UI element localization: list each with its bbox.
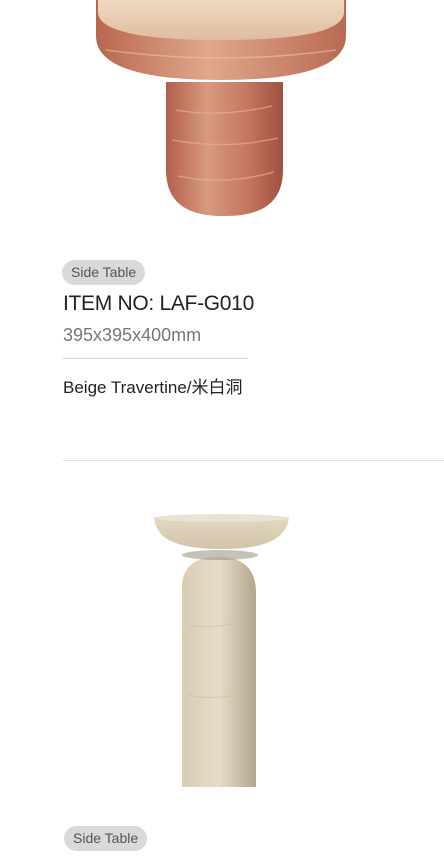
beige-travertine-pedestal-table-image[interactable] [0, 505, 444, 795]
travertine-side-table-image[interactable] [0, 0, 444, 225]
category-badge: Side Table [62, 260, 146, 285]
divider [63, 358, 248, 359]
dimensions: 395x395x400mm [63, 325, 202, 345]
item-number: ITEM NO: LAF-G010 [63, 292, 254, 315]
category-badge: Side Table [64, 826, 148, 851]
material: Beige Travertine/米白洞 [63, 378, 243, 397]
section-divider [63, 460, 444, 461]
product-list: Side Table ITEM NO: LAF-G010 395x395x400… [0, 0, 444, 856]
